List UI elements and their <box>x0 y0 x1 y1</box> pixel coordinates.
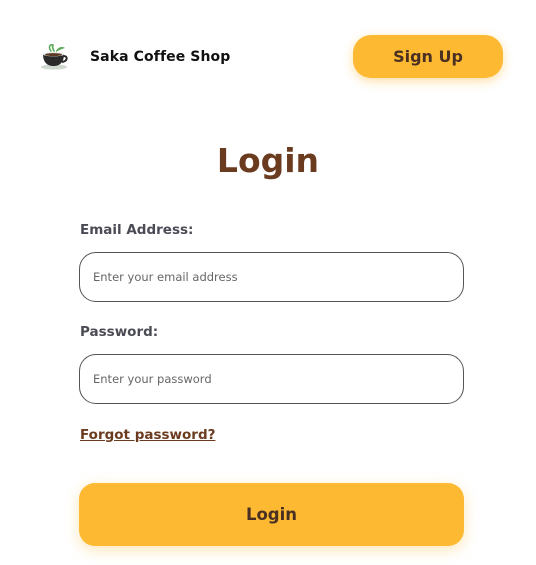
brand-name: Saka Coffee Shop <box>90 49 231 65</box>
page-title: Login <box>216 141 320 180</box>
email-field[interactable] <box>79 252 464 302</box>
password-field[interactable] <box>79 354 464 404</box>
forgot-password-link[interactable]: Forgot password? <box>80 427 215 443</box>
brand[interactable]: Saka Coffee Shop <box>38 42 230 72</box>
email-label: Email Address: <box>80 222 194 238</box>
coffee-cup-icon <box>41 44 68 70</box>
sign-up-button[interactable]: Sign Up <box>353 35 503 78</box>
login-page: Saka Coffee Shop Sign Up Login Email Add… <box>0 0 536 565</box>
password-label: Password: <box>80 324 159 340</box>
login-button[interactable]: Login <box>79 483 464 546</box>
